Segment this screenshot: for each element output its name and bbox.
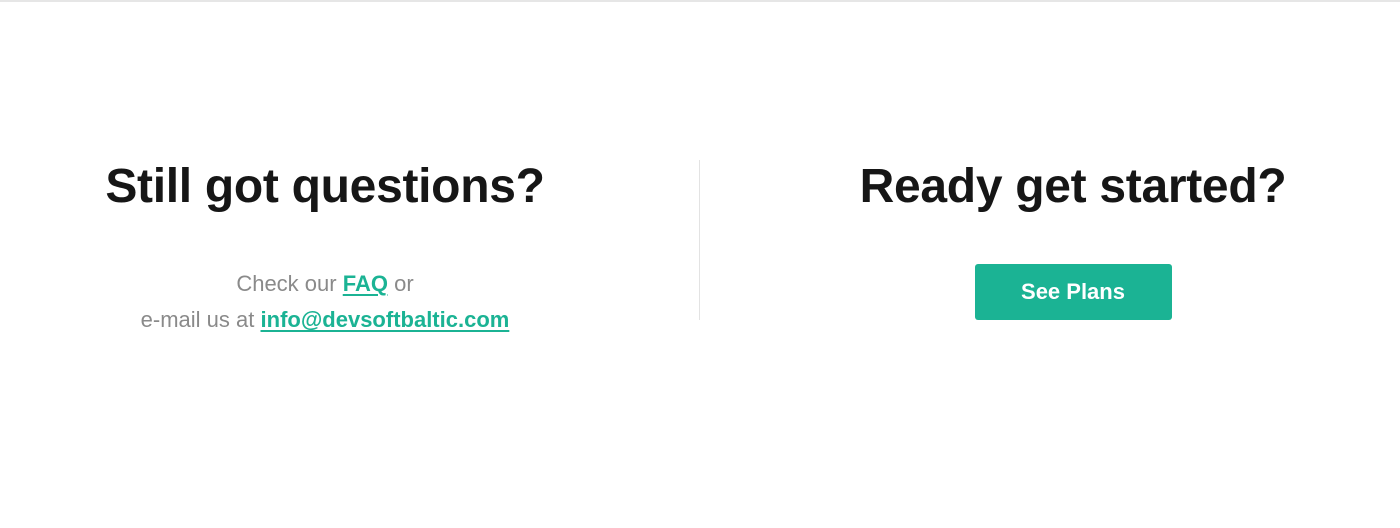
email-prefix: e-mail us at [140,307,255,332]
cta-section: Still got questions? Check our FAQ or e-… [0,0,1400,528]
questions-column: Still got questions? Check our FAQ or e-… [0,160,700,338]
faq-prefix: Check our [236,271,337,296]
get-started-column: Ready get started? See Plans [700,160,1400,320]
button-wrapper: See Plans [746,264,1400,320]
questions-heading: Still got questions? [105,160,545,213]
faq-suffix: or [394,271,414,296]
email-link[interactable]: info@devsoftbaltic.com [261,307,510,332]
email-line: e-mail us at info@devsoftbaltic.com [0,302,700,338]
get-started-heading: Ready get started? [859,160,1287,213]
contact-text: Check our FAQ or e-mail us at info@devso… [0,266,700,338]
faq-link[interactable]: FAQ [343,271,388,296]
faq-line: Check our FAQ or [0,266,700,302]
see-plans-button[interactable]: See Plans [974,264,1172,320]
